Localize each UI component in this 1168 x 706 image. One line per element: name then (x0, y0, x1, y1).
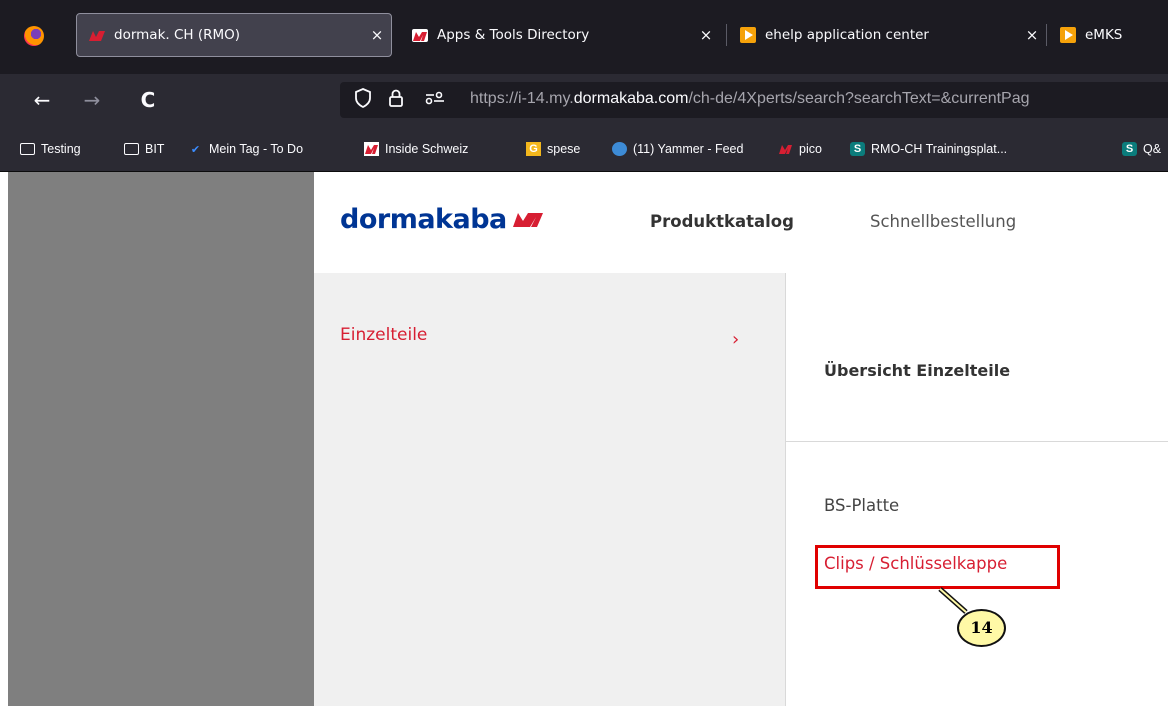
tab-ehelp[interactable]: ehelp application center × (728, 13, 1046, 57)
tab-divider (726, 24, 727, 46)
bookmark-rmo-ch-training[interactable]: S RMO-CH Trainingsplat... (850, 140, 1007, 158)
permissions-icon[interactable] (424, 88, 446, 115)
forward-button[interactable]: → (78, 86, 106, 114)
bookmark-label: Inside Schweiz (385, 142, 469, 156)
url-text[interactable]: https://i-14.my.dormakaba.com/ch-de/4Xpe… (470, 90, 1030, 108)
site-header: dormakaba Produktkatalog Schnellbestellu… (314, 172, 1168, 273)
step-number-badge: 14 (957, 609, 1006, 647)
tab-apps-tools[interactable]: Apps & Tools Directory × (400, 13, 720, 57)
bookmark-label: pico (799, 142, 822, 156)
bookmark-pico[interactable]: pico (778, 140, 822, 158)
bookmark-label: spese (547, 142, 581, 156)
url-prefix: https://i-14.my. (470, 90, 574, 107)
address-bar[interactable]: https://i-14.my.dormakaba.com/ch-de/4Xpe… (340, 82, 1168, 118)
sharepoint-icon: S (850, 142, 865, 156)
divider (786, 441, 1168, 442)
tab-title: dormak. CH (RMO) (114, 27, 241, 43)
navigation-bar: ← → C https://i-14.my.dormakaba.com/ch-d… (0, 74, 1168, 126)
tab-bar: dormak. CH (RMO) × Apps & Tools Director… (0, 0, 1168, 74)
logo-text: dormakaba (340, 203, 507, 235)
section-title: Übersicht Einzelteile (824, 361, 1011, 380)
bookmark-label: RMO-CH Trainingsplat... (871, 142, 1008, 156)
bookmark-q-and[interactable]: S Q& (1122, 140, 1161, 158)
tab-title: eMKS (1085, 27, 1123, 43)
bookmark-label: Q& (1143, 142, 1162, 156)
play-icon (1060, 27, 1076, 43)
play-icon (740, 27, 756, 43)
folder-icon (124, 142, 139, 156)
url-domain: dormakaba.com (573, 90, 689, 107)
tab-divider (1046, 24, 1047, 46)
dormakaba-icon (778, 142, 793, 156)
tab-emks[interactable]: eMKS (1048, 13, 1168, 57)
bookmark-yammer[interactable]: (11) Yammer - Feed (612, 140, 743, 158)
bookmark-label: Testing (41, 142, 81, 156)
bookmark-label: BIT (145, 142, 165, 156)
side-panel (8, 172, 314, 706)
folder-icon (20, 142, 35, 156)
bookmark-mein-tag[interactable]: ✔ Mein Tag - To Do (188, 140, 303, 158)
bookmark-label: Mein Tag - To Do (209, 142, 304, 156)
shield-icon[interactable] (354, 88, 372, 115)
firefox-icon[interactable] (24, 26, 44, 46)
dormakaba-icon (412, 28, 428, 42)
close-icon[interactable]: × (363, 26, 391, 44)
bookmark-bit[interactable]: BIT (124, 140, 164, 158)
web-page: dormakaba Produktkatalog Schnellbestellu… (314, 172, 1168, 706)
tab-title: ehelp application center (765, 27, 929, 43)
nav-produktkatalog[interactable]: Produktkatalog (650, 212, 794, 231)
subcategory-bs-platte[interactable]: BS-Platte (824, 496, 899, 515)
bookmark-testing[interactable]: Testing (20, 140, 81, 158)
nav-schnellbestellung[interactable]: Schnellbestellung (870, 212, 1016, 231)
dormakaba-icon (89, 29, 105, 42)
lock-icon[interactable] (388, 88, 404, 115)
dormakaba-icon (364, 142, 379, 156)
category-item-einzelteile[interactable]: Einzelteile (340, 325, 427, 345)
subcategory-clips-schluesselkappe[interactable]: Clips / Schlüsselkappe (824, 554, 1007, 573)
bookmarks-bar: Testing BIT ✔ Mein Tag - To Do Inside Sc… (0, 126, 1168, 172)
dormakaba-logo[interactable]: dormakaba (340, 202, 543, 236)
bookmark-spese[interactable]: G spese (526, 140, 580, 158)
g-icon: G (526, 142, 541, 156)
tab-dormak-ch[interactable]: dormak. CH (RMO) × (76, 13, 392, 57)
reload-button[interactable]: C (134, 86, 162, 114)
sharepoint-icon: S (1122, 142, 1137, 156)
page-gutter (0, 172, 8, 706)
category-menu: Einzelteile › (314, 273, 786, 706)
dormakaba-logo-mark (512, 213, 543, 227)
bookmark-label: (11) Yammer - Feed (633, 142, 744, 156)
close-icon[interactable]: × (692, 26, 720, 44)
tab-title: Apps & Tools Directory (437, 27, 590, 43)
chevron-right-icon[interactable]: › (732, 329, 739, 350)
back-button[interactable]: ← (28, 86, 56, 114)
url-suffix: /ch-de/4Xperts/search?searchText=&curren… (688, 90, 1030, 107)
yammer-icon (612, 142, 627, 156)
bookmark-inside-schweiz[interactable]: Inside Schweiz (364, 140, 468, 158)
close-icon[interactable]: × (1018, 26, 1046, 44)
checkmark-icon: ✔ (190, 143, 201, 156)
